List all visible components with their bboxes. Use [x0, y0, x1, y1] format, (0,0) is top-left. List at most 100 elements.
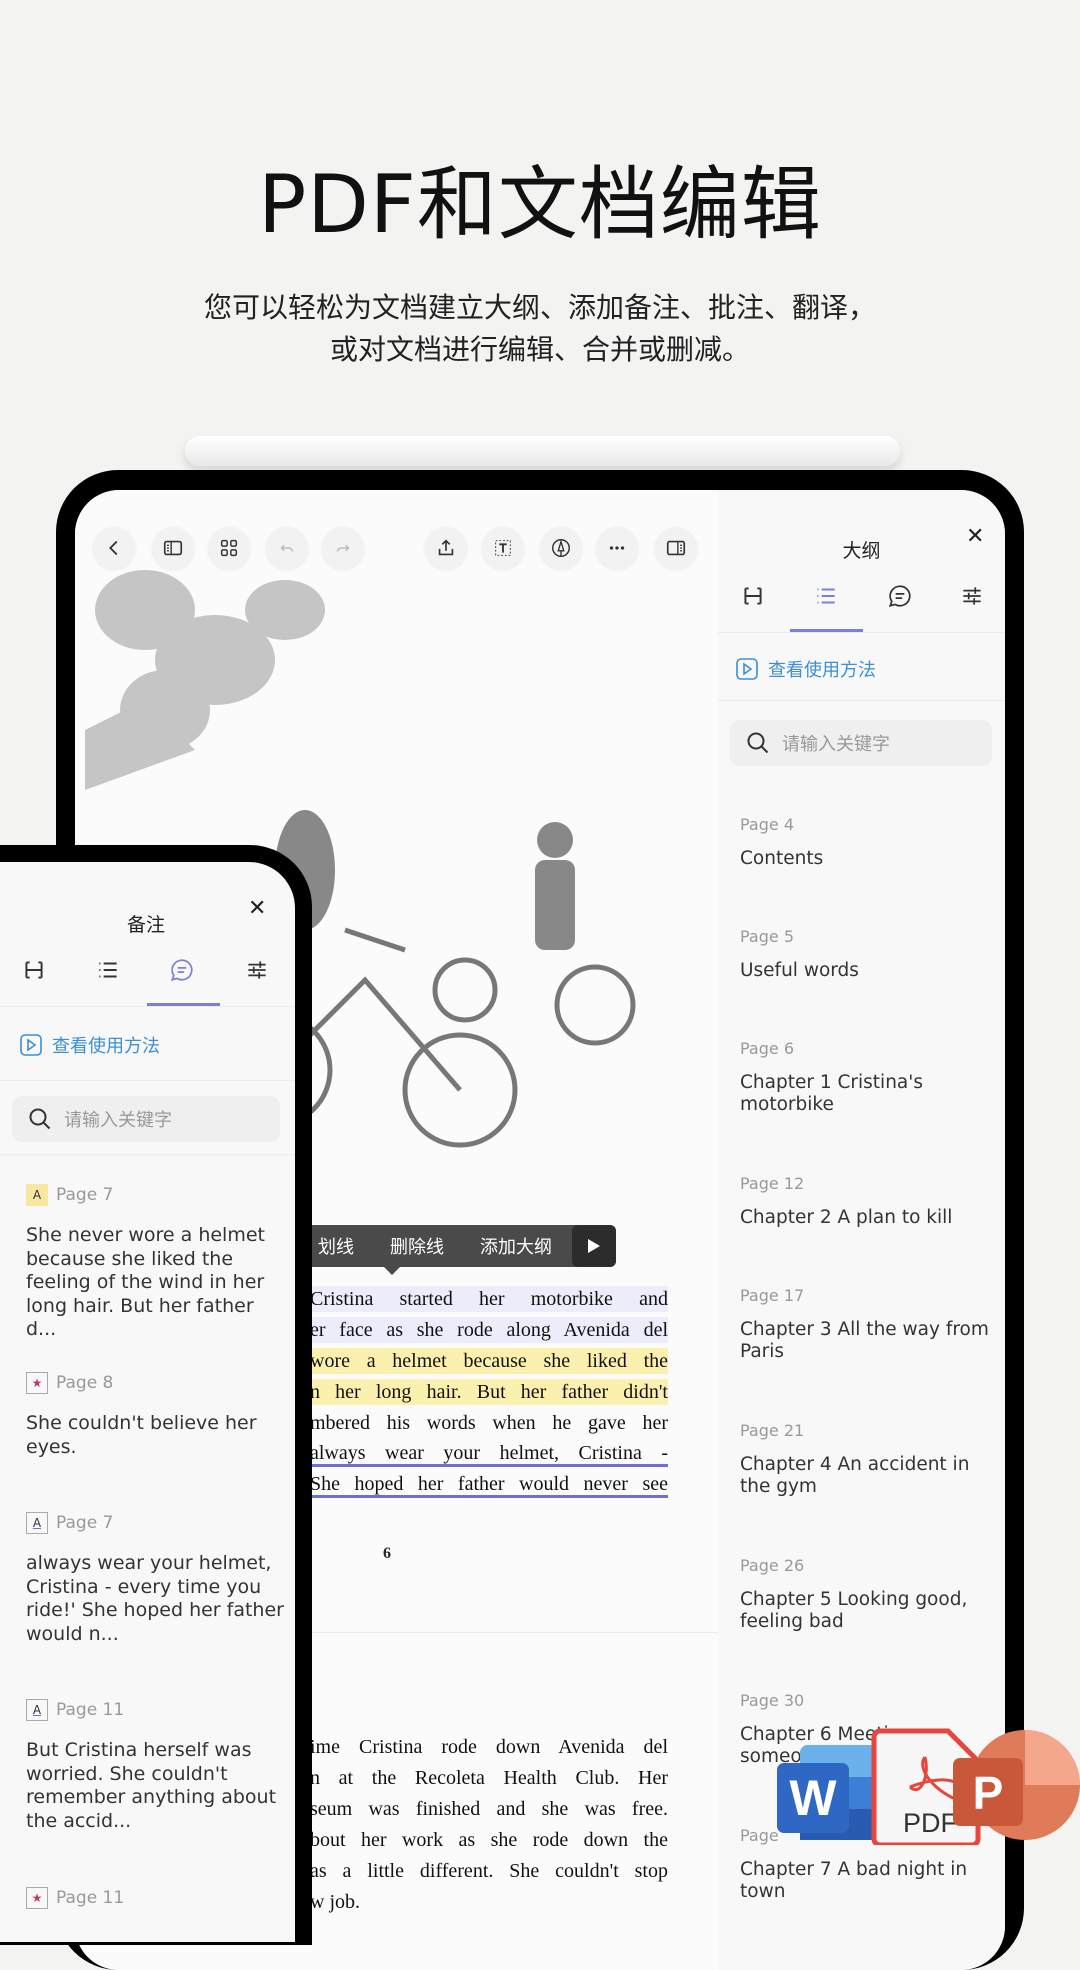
popup-more-button[interactable] — [572, 1225, 616, 1267]
text-line[interactable]: w job. — [310, 1889, 668, 1915]
notes-search-input[interactable]: 请输入关键字 — [12, 1096, 280, 1142]
search-icon — [29, 1108, 51, 1130]
note-page: Page 7 — [56, 1513, 114, 1533]
outline-item-title: Contents — [740, 848, 824, 869]
tab-notes[interactable] — [169, 957, 195, 987]
outline-item-title: Useful words — [740, 960, 859, 981]
grid-view-button[interactable] — [208, 527, 250, 569]
divider — [0, 1154, 295, 1155]
text-box-button[interactable] — [482, 527, 524, 569]
text-line[interactable]: Cristina started her motorbike and — [310, 1286, 668, 1312]
text-line[interactable]: She hoped her father would never see — [310, 1472, 668, 1498]
note-item[interactable]: A Page 7 always wear your helmet, Cristina… — [26, 1512, 284, 1646]
more-icon — [609, 546, 625, 550]
tab-outline[interactable] — [813, 583, 839, 613]
text-line[interactable]: n at the Recoleta Health Club. Her — [310, 1765, 668, 1791]
outline-item-page: Page 4 — [740, 815, 794, 834]
undo-button[interactable] — [266, 527, 308, 569]
note-item[interactable]: A Page 7 She never wore a helmet because s… — [26, 1184, 284, 1342]
note-header: ★ Page 8 — [26, 1372, 284, 1394]
play-video-icon — [20, 1034, 42, 1056]
bookmark-bracket-icon — [25, 961, 43, 979]
outline-item-title: Chapter 5 Looking good, feeling bad — [740, 1589, 968, 1632]
help-label: 查看使用方法 — [768, 660, 876, 681]
close-icon: ✕ — [966, 524, 985, 549]
pen-icon — [552, 539, 570, 557]
outline-item[interactable]: Page 5 Useful words — [740, 927, 990, 982]
tab-bookmarks[interactable] — [21, 957, 47, 987]
share-icon — [438, 539, 454, 556]
outline-item-title: Chapter 2 A plan to kill — [740, 1207, 953, 1228]
outline-item-title: Chapter 1 Cristina's motorbike — [740, 1072, 923, 1115]
divider — [718, 632, 1005, 633]
tab-notes[interactable] — [887, 583, 913, 613]
outline-panel-title: 大纲 — [842, 540, 881, 562]
text-line[interactable]: bout her work as she rode down the — [310, 1827, 668, 1853]
pen-button[interactable] — [540, 527, 582, 569]
stylus-pencil — [185, 436, 900, 466]
text-line[interactable]: seum was finished and she was free. — [310, 1796, 668, 1822]
share-button[interactable] — [425, 527, 467, 569]
note-item[interactable]: ★ Page 11 — [26, 1887, 124, 1909]
search-placeholder: 请输入关键字 — [782, 734, 890, 755]
note-header: ★ Page 11 — [26, 1887, 124, 1909]
sliders-icon — [248, 961, 266, 979]
popup-strikethrough[interactable]: 删除线 — [372, 1233, 462, 1259]
text-line[interactable]: ime Cristina rode down Avenida del — [310, 1734, 668, 1760]
note-header: A Page 11 — [26, 1699, 284, 1721]
comment-icon — [888, 585, 911, 608]
outline-item[interactable]: Page 17 Chapter 3 All the way from Paris — [740, 1286, 990, 1363]
outline-item[interactable]: Page 6 Chapter 1 Cristina's motorbike — [740, 1039, 990, 1116]
search-placeholder: 请输入关键字 — [64, 1110, 172, 1131]
highlight-icon: A — [26, 1184, 48, 1206]
text-line[interactable]: always wear your helmet, Cristina - — [310, 1441, 668, 1467]
list-icon — [99, 962, 117, 978]
text-line[interactable]: er face as she rode along Avenida del — [310, 1317, 668, 1343]
close-outline-button[interactable]: ✕ — [966, 524, 984, 549]
more-button[interactable] — [596, 527, 638, 569]
help-link[interactable]: 查看使用方法 — [736, 656, 876, 682]
outline-item-page: Page 6 — [740, 1039, 794, 1058]
redo-button[interactable] — [322, 527, 364, 569]
outline-item-page: Page 5 — [740, 927, 794, 946]
help-link[interactable]: 查看使用方法 — [20, 1032, 160, 1058]
page-title: PDF和文档编辑 — [258, 158, 822, 251]
note-page: Page 7 — [56, 1185, 114, 1205]
back-button[interactable] — [93, 527, 135, 569]
close-notes-button[interactable]: ✕ — [248, 896, 266, 921]
note-item[interactable]: ★ Page 8 She couldn't believe her eyes. — [26, 1372, 284, 1459]
tab-settings[interactable] — [959, 583, 985, 613]
powerpoint-icon: P — [953, 1730, 1080, 1840]
star-annotation-icon: ★ — [26, 1887, 48, 1909]
outline-search-input[interactable]: 请输入关键字 — [730, 720, 992, 766]
tab-outline[interactable] — [95, 957, 121, 987]
subtitle-line-2: 或对文档进行编辑、合并或删减。 — [329, 333, 750, 366]
office-format-icons: W PDF P — [777, 1728, 1080, 1845]
tab-bookmarks[interactable] — [740, 583, 766, 613]
text-line[interactable]: n her long hair. But her father didn't — [310, 1379, 668, 1405]
outline-item-page: Page 17 — [740, 1286, 805, 1305]
outline-item[interactable]: Page 21 Chapter 4 An accident in the gym — [740, 1421, 990, 1498]
tab-settings[interactable] — [244, 957, 270, 987]
outline-item[interactable]: Page 4 Contents — [740, 815, 990, 870]
back-icon — [109, 540, 118, 556]
popup-pointer — [383, 1266, 401, 1275]
divider — [0, 1006, 295, 1007]
thumbnail-sidebar-button[interactable] — [152, 527, 194, 569]
underline-icon: A — [26, 1699, 48, 1721]
undo-icon — [280, 544, 294, 552]
popup-add-outline[interactable]: 添加大纲 — [462, 1233, 570, 1259]
outline-item[interactable]: Page 26 Chapter 5 Looking good, feeling b… — [740, 1556, 990, 1633]
notes-panel: 备注 ✕ 查看使用方法 请输入关键字 A Page 7 She never wore… — [0, 862, 295, 1942]
note-item[interactable]: A Page 11 But Cristina herself was worried… — [26, 1699, 284, 1833]
text-line[interactable]: wore a helmet because she liked the — [310, 1348, 668, 1374]
star-annotation-icon: ★ — [26, 1372, 48, 1394]
text-line[interactable]: mbered his words when he gave her — [310, 1410, 668, 1436]
play-icon — [588, 1239, 600, 1253]
underline-icon: A — [26, 1512, 48, 1534]
text-line[interactable]: as a little different. She couldn't stop — [310, 1858, 668, 1884]
close-icon: ✕ — [248, 896, 267, 921]
outline-item[interactable]: Page 12 Chapter 2 A plan to kill — [740, 1174, 990, 1229]
play-video-icon — [736, 658, 758, 680]
outline-sidebar-button[interactable] — [655, 527, 697, 569]
